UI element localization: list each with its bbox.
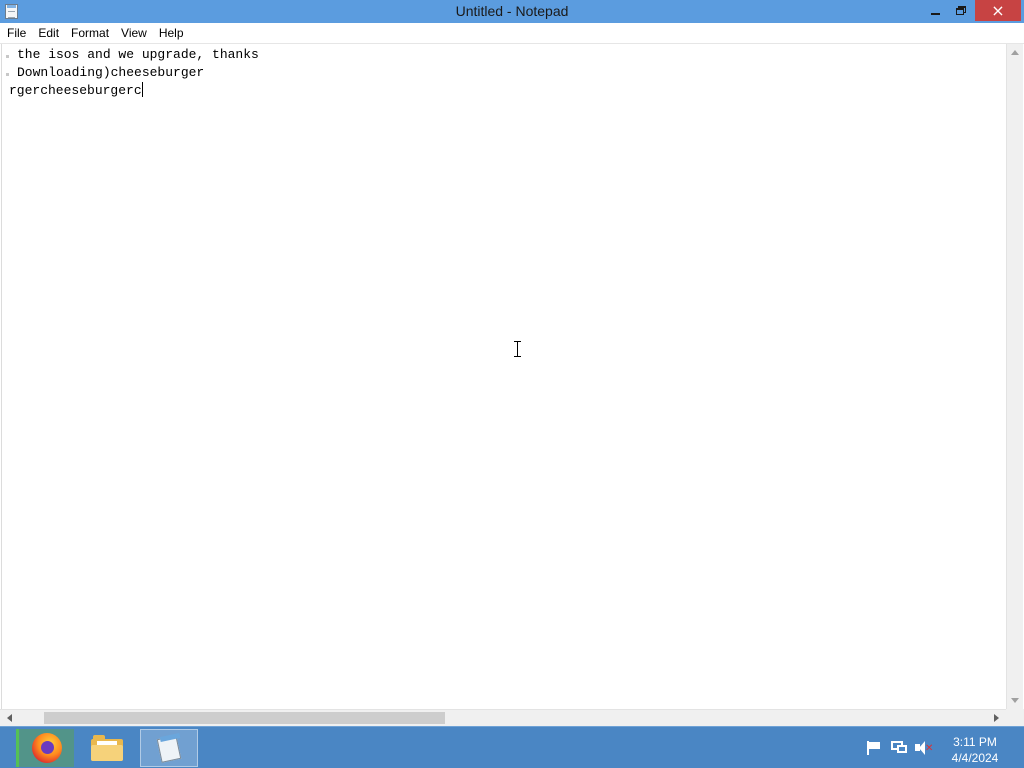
- title-bar[interactable]: Untitled - Notepad ×: [0, 0, 1024, 23]
- clock-time: 3:11 PM: [953, 735, 997, 749]
- horizontal-scroll-thumb[interactable]: [44, 712, 445, 724]
- network-icon[interactable]: [891, 741, 908, 755]
- menu-edit[interactable]: Edit: [32, 23, 65, 43]
- editor-line-2: Downloading)cheeseburger: [17, 65, 205, 80]
- scroll-left-icon[interactable]: [7, 714, 12, 722]
- folder-icon: [91, 735, 123, 761]
- scroll-up-icon[interactable]: [1011, 50, 1019, 55]
- taskbar-firefox[interactable]: [16, 729, 74, 767]
- menu-help[interactable]: Help: [153, 23, 190, 43]
- horizontal-scrollbar[interactable]: [0, 709, 1006, 726]
- editor-line-1: the isos and we upgrade, thanks: [17, 47, 259, 62]
- ghost-mark: [6, 55, 9, 58]
- system-clock[interactable]: 3:11 PM 4/4/2024: [944, 734, 1006, 766]
- close-icon: ×: [991, 0, 1005, 20]
- scroll-right-icon[interactable]: [994, 714, 999, 722]
- volume-muted-icon[interactable]: ✕: [915, 741, 933, 755]
- notepad-icon: [156, 732, 182, 763]
- minimize-icon: [931, 12, 940, 15]
- menu-bar: File Edit Format View Help: [0, 23, 1024, 43]
- close-button[interactable]: ×: [975, 0, 1021, 21]
- minimize-button[interactable]: [922, 0, 949, 21]
- text-caret: [141, 82, 143, 97]
- text-editor[interactable]: the isos and we upgrade, thanks Download…: [1, 44, 1006, 709]
- vertical-scrollbar[interactable]: [1006, 44, 1023, 709]
- taskbar-file-explorer[interactable]: [78, 729, 136, 767]
- firefox-icon: [31, 733, 62, 763]
- menu-view[interactable]: View: [115, 23, 153, 43]
- menu-format[interactable]: Format: [65, 23, 115, 43]
- taskbar: ✕ 3:11 PM 4/4/2024: [0, 726, 1024, 768]
- ghost-mark: [6, 73, 9, 76]
- menu-file[interactable]: File: [0, 23, 32, 43]
- clock-date: 4/4/2024: [951, 751, 999, 765]
- editor-line-3-text: rgercheeseburgerc: [9, 83, 142, 98]
- window-title: Untitled - Notepad: [455, 3, 569, 19]
- ibeam-cursor-icon: [513, 341, 522, 357]
- taskbar-notepad[interactable]: [140, 729, 198, 767]
- scrollbar-corner: [1006, 709, 1024, 726]
- flag-icon[interactable]: [866, 741, 882, 755]
- scroll-down-icon[interactable]: [1011, 698, 1019, 703]
- restore-button[interactable]: [949, 0, 975, 21]
- editor-line-3: rgercheeseburgerc: [9, 82, 143, 100]
